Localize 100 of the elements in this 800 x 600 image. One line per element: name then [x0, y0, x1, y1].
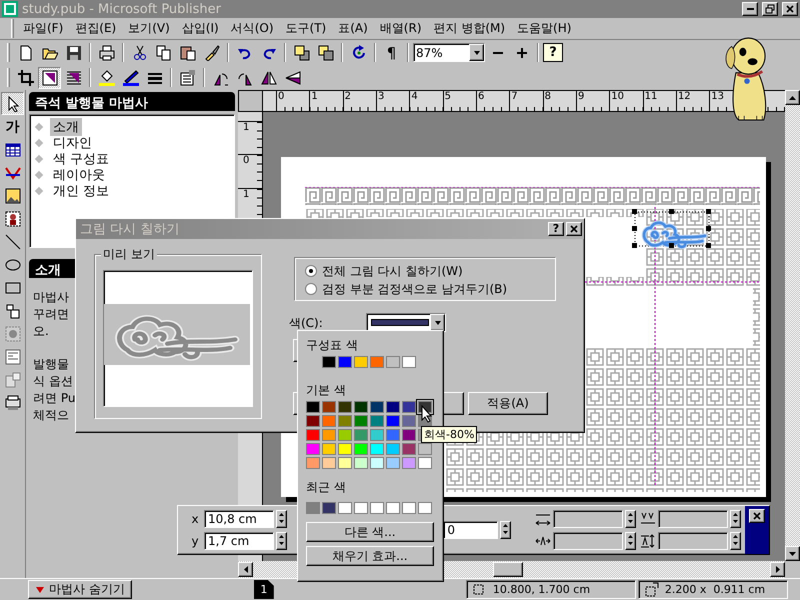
color-swatch[interactable]: [418, 457, 432, 469]
spin-button[interactable]: [625, 532, 636, 550]
menu-item[interactable]: 표(A): [332, 19, 374, 38]
color-swatch[interactable]: [322, 401, 336, 413]
color-swatch[interactable]: [402, 502, 416, 514]
color-swatch[interactable]: [402, 415, 416, 427]
color-swatch[interactable]: [402, 429, 416, 441]
menu-item[interactable]: 보기(V): [122, 19, 176, 38]
color-swatch[interactable]: [338, 457, 352, 469]
color-swatch[interactable]: [354, 457, 368, 469]
vertical-scrollbar[interactable]: [785, 90, 800, 561]
menu-item[interactable]: 편지 병합(M): [428, 19, 512, 38]
more-colors-button[interactable]: 다른 색...: [306, 522, 434, 542]
fill-effects-button[interactable]: 채우기 효과...: [306, 546, 434, 566]
color-swatch[interactable]: [338, 443, 352, 455]
spin-button[interactable]: [625, 510, 636, 528]
color-swatch[interactable]: [386, 401, 400, 413]
color-swatch[interactable]: [386, 356, 400, 368]
color-swatch[interactable]: [306, 502, 320, 514]
color-swatch[interactable]: [386, 429, 400, 441]
selected-cloud-image[interactable]: [632, 209, 711, 250]
help-button[interactable]: ?: [548, 222, 564, 236]
color-swatch[interactable]: [402, 443, 416, 455]
color-swatch[interactable]: [306, 415, 320, 427]
text-wrap-button[interactable]: [38, 66, 61, 88]
color-swatch[interactable]: [306, 401, 320, 413]
kerning-field[interactable]: [658, 510, 728, 528]
color-swatch[interactable]: [322, 502, 336, 514]
show-marks-button[interactable]: ¶: [380, 42, 403, 64]
menu-item[interactable]: 서식(O): [224, 19, 280, 38]
color-swatch[interactable]: [338, 429, 352, 441]
color-swatch[interactable]: [386, 457, 400, 469]
restore-button[interactable]: [762, 2, 778, 16]
color-swatch[interactable]: [354, 443, 368, 455]
radio-option[interactable]: 전체 그림 다시 칠하기(W): [305, 263, 545, 279]
help-button[interactable]: ?: [543, 43, 563, 62]
scale-field[interactable]: [553, 532, 624, 550]
spin-button[interactable]: [500, 521, 512, 539]
color-swatch[interactable]: [370, 429, 384, 441]
color-swatch[interactable]: [306, 457, 320, 469]
wizard-step[interactable]: 소개: [50, 118, 82, 136]
color-swatch[interactable]: [354, 356, 368, 368]
x-position-field[interactable]: 10,8 cm: [204, 510, 274, 528]
spin-button[interactable]: [276, 532, 287, 550]
text-tool[interactable]: 가: [1, 115, 24, 138]
color-swatch[interactable]: [338, 401, 352, 413]
pointer-tool[interactable]: [1, 92, 24, 115]
color-swatch[interactable]: [338, 415, 352, 427]
color-swatch[interactable]: [418, 443, 432, 455]
color-swatch[interactable]: [402, 401, 416, 413]
wizard-step[interactable]: 색 구성표: [50, 150, 112, 168]
menu-item[interactable]: 도구(T): [280, 19, 332, 38]
y-position-field[interactable]: 1,7 cm: [204, 532, 274, 550]
color-swatch[interactable]: [322, 443, 336, 455]
color-swatch[interactable]: [402, 457, 416, 469]
color-swatch[interactable]: [370, 502, 384, 514]
wizard-step[interactable]: 개인 정보: [50, 182, 112, 200]
scrollbar-thumb[interactable]: [493, 562, 523, 577]
spin-button[interactable]: [730, 510, 742, 528]
color-swatch[interactable]: [402, 356, 416, 368]
close-button[interactable]: [782, 2, 798, 16]
color-swatch[interactable]: [370, 415, 384, 427]
menu-item[interactable]: 배열(R): [374, 19, 428, 38]
minimize-button[interactable]: [742, 2, 758, 16]
menu-item[interactable]: 도움말(H): [511, 19, 578, 38]
color-swatch[interactable]: [386, 415, 400, 427]
color-dropdown[interactable]: [366, 313, 446, 332]
wizard-step[interactable]: 레이아웃: [50, 166, 108, 184]
color-swatch[interactable]: [338, 502, 352, 514]
color-swatch[interactable]: [322, 356, 336, 368]
color-swatch[interactable]: [386, 443, 400, 455]
color-swatch[interactable]: [370, 356, 384, 368]
color-swatch[interactable]: [370, 401, 384, 413]
color-swatch[interactable]: [418, 502, 432, 514]
hide-wizard-button[interactable]: 마법사 숨기기: [28, 580, 132, 599]
spin-button[interactable]: [730, 532, 742, 550]
color-swatch[interactable]: [354, 415, 368, 427]
color-swatch[interactable]: [370, 457, 384, 469]
spin-button[interactable]: [276, 510, 287, 528]
color-swatch[interactable]: [338, 356, 352, 368]
color-swatch[interactable]: [322, 429, 336, 441]
color-swatch[interactable]: [306, 443, 320, 455]
color-swatch[interactable]: [386, 502, 400, 514]
color-swatch[interactable]: [354, 429, 368, 441]
close-button[interactable]: [749, 509, 766, 523]
menu-item[interactable]: 파일(F): [17, 19, 70, 38]
menu-item[interactable]: 삽입(I): [176, 19, 225, 38]
wizard-step[interactable]: 디자인: [50, 134, 95, 152]
close-button[interactable]: [566, 222, 582, 236]
color-swatch[interactable]: [306, 429, 320, 441]
color-swatch[interactable]: [370, 443, 384, 455]
color-swatch[interactable]: [322, 415, 336, 427]
color-swatch[interactable]: [354, 502, 368, 514]
page-tab[interactable]: 1: [254, 580, 274, 599]
color-swatch[interactable]: [354, 401, 368, 413]
rotation-field[interactable]: 0: [443, 521, 498, 539]
radio-option[interactable]: 검정 부분 검정색으로 남겨두기(B): [305, 281, 545, 297]
zoom-combo[interactable]: 87%: [413, 43, 485, 62]
line-spacing-field[interactable]: [658, 532, 728, 550]
color-swatch[interactable]: [322, 457, 336, 469]
